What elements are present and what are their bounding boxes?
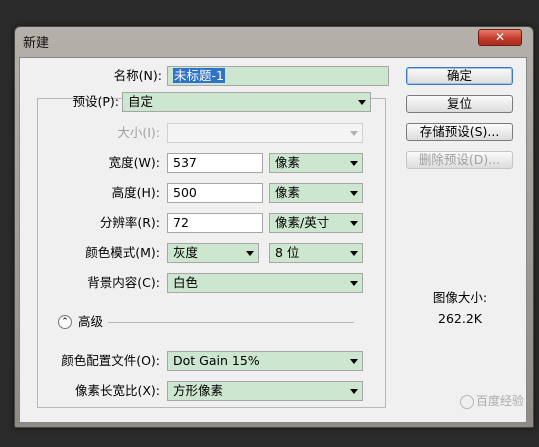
background-value: 白色 [173, 275, 199, 290]
preset-select[interactable]: 自定 [122, 92, 371, 112]
close-button[interactable]: ✕ [478, 29, 522, 46]
close-icon: ✕ [494, 30, 506, 44]
width-unit-value: 像素 [275, 155, 301, 170]
image-size-label: 图像大小: [432, 290, 488, 305]
name-value: 未标题-1 [173, 68, 225, 83]
chevron-down-icon [350, 251, 358, 256]
height-label: 高度(H): [111, 185, 160, 200]
color-profile-label: 颜色配置文件(O): [61, 353, 160, 368]
chevron-down-icon [350, 221, 358, 226]
color-profile-select[interactable]: Dot Gain 15% [167, 351, 363, 371]
preset-value: 自定 [128, 94, 154, 109]
chevron-down-icon [350, 359, 358, 364]
color-profile-value: Dot Gain 15% [173, 353, 260, 368]
name-label: 名称(N): [113, 68, 162, 83]
ok-button[interactable]: 确定 [406, 67, 513, 85]
size-select[interactable] [167, 123, 363, 143]
width-input[interactable]: 537 [167, 153, 263, 173]
resolution-input[interactable]: 72 [167, 213, 263, 233]
background-label: 背景内容(C): [87, 275, 160, 290]
width-label: 宽度(W): [108, 155, 160, 170]
chevron-down-icon [350, 281, 358, 286]
chevron-down-icon [246, 251, 254, 256]
chevron-down-icon [350, 131, 358, 136]
chevron-down-icon [350, 389, 358, 394]
name-input[interactable]: 未标题-1 [167, 66, 389, 86]
height-unit-select[interactable]: 像素 [269, 183, 363, 203]
watermark-logo-icon [460, 394, 474, 409]
chevron-down-icon [350, 191, 358, 196]
advanced-toggle[interactable]: ⌃ [58, 315, 72, 329]
advanced-label: 高级 [78, 314, 104, 329]
chevron-down-icon [350, 161, 358, 166]
preset-label: 预设(P): [72, 94, 119, 109]
width-unit-select[interactable]: 像素 [269, 153, 363, 173]
size-label: 大小(I): [117, 125, 160, 140]
chevron-down-icon [358, 100, 366, 105]
color-mode-value: 灰度 [173, 245, 199, 260]
image-size-value: 262.2K [438, 311, 482, 326]
color-mode-select[interactable]: 灰度 [167, 243, 259, 263]
pixel-aspect-select[interactable]: 方形像素 [167, 381, 363, 401]
save-preset-button[interactable]: 存储预设(S)... [406, 123, 513, 141]
bit-depth-select[interactable]: 8 位 [269, 243, 363, 263]
height-input[interactable]: 500 [167, 183, 263, 203]
watermark: 百度经验 [460, 392, 524, 409]
pixel-aspect-label: 像素长宽比(X): [74, 383, 160, 398]
chevron-up-icon: ⌃ [61, 317, 69, 327]
dialog-title: 新建 [23, 36, 50, 51]
divider [108, 322, 354, 323]
delete-preset-button[interactable]: 删除预设(D)... [406, 151, 513, 169]
pixel-aspect-value: 方形像素 [173, 383, 224, 398]
resolution-label: 分辨率(R): [99, 215, 160, 230]
height-unit-value: 像素 [275, 185, 301, 200]
background-select[interactable]: 白色 [167, 273, 363, 293]
bit-depth-value: 8 位 [275, 245, 300, 260]
resolution-unit-value: 像素/英寸 [275, 215, 330, 230]
resolution-unit-select[interactable]: 像素/英寸 [269, 213, 363, 233]
color-mode-label: 颜色模式(M): [85, 245, 160, 260]
reset-button[interactable]: 复位 [406, 95, 513, 113]
watermark-text: 百度经验 [476, 394, 525, 408]
